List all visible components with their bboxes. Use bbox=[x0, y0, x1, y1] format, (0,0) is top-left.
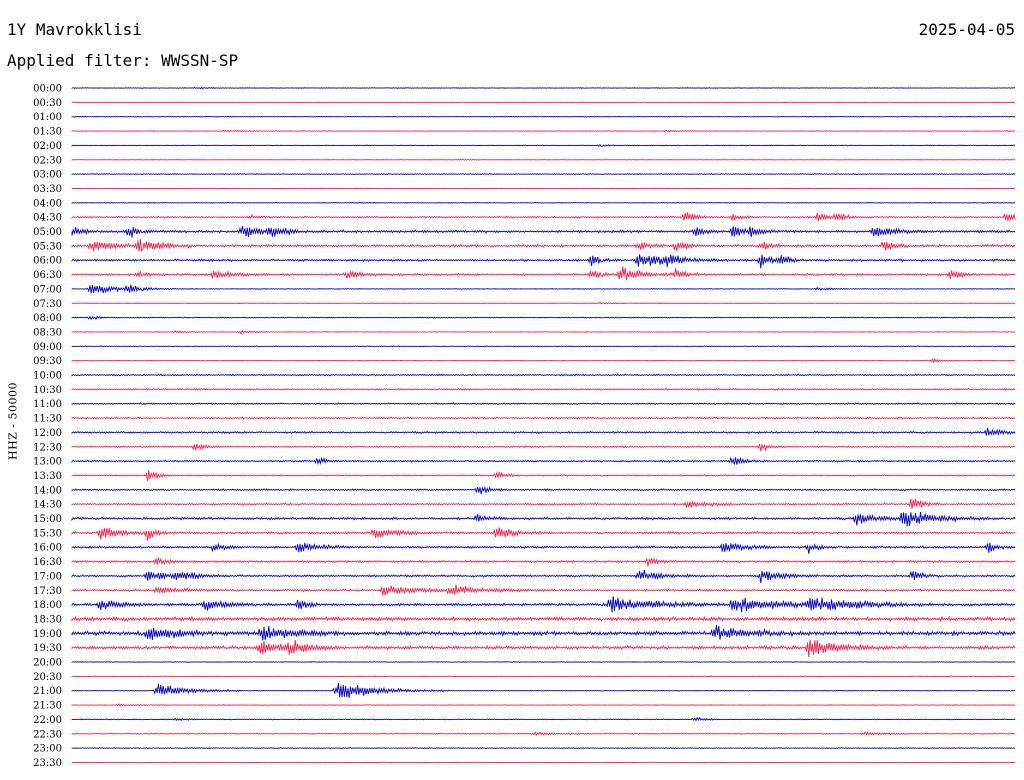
time-label: 03:30 bbox=[33, 184, 62, 195]
time-label: 17:30 bbox=[33, 586, 62, 597]
trace-line bbox=[71, 212, 1016, 222]
trace-line bbox=[71, 301, 1016, 305]
time-label: 20:30 bbox=[33, 672, 62, 683]
trace-line bbox=[71, 443, 1016, 452]
time-label: 13:00 bbox=[33, 457, 62, 468]
time-label: 06:30 bbox=[33, 270, 62, 281]
trace-line bbox=[71, 357, 1016, 364]
trace-line bbox=[71, 569, 1016, 584]
time-label: 00:00 bbox=[33, 84, 62, 95]
time-label: 07:30 bbox=[33, 299, 62, 310]
trace-line bbox=[71, 596, 1016, 613]
time-label: 16:30 bbox=[33, 557, 62, 568]
trace-line bbox=[71, 402, 1016, 406]
time-label: 13:30 bbox=[33, 471, 62, 482]
trace-line bbox=[71, 747, 1016, 750]
trace-line bbox=[71, 498, 1016, 510]
trace-line bbox=[71, 486, 1016, 495]
time-label: 04:00 bbox=[33, 198, 62, 209]
trace-line bbox=[71, 427, 1016, 437]
time-label: 02:30 bbox=[33, 155, 62, 166]
trace-line bbox=[71, 373, 1016, 377]
trace-line bbox=[71, 527, 1016, 541]
time-label: 11:30 bbox=[33, 414, 62, 425]
time-label: 08:30 bbox=[33, 327, 62, 338]
trace-line bbox=[71, 456, 1016, 466]
time-label: 18:00 bbox=[33, 600, 62, 611]
trace-line bbox=[71, 716, 1016, 722]
trace-line bbox=[71, 542, 1016, 554]
time-label: 22:30 bbox=[33, 729, 62, 740]
trace-line bbox=[71, 584, 1016, 596]
time-label: 11:00 bbox=[33, 399, 62, 410]
time-label: 05:30 bbox=[33, 241, 62, 252]
trace-line bbox=[71, 703, 1016, 707]
time-label: 08:00 bbox=[33, 313, 62, 324]
time-label: 07:00 bbox=[33, 284, 62, 295]
time-label: 20:00 bbox=[33, 658, 62, 669]
trace-line bbox=[71, 683, 1016, 698]
time-label: 10:30 bbox=[33, 385, 62, 396]
trace-line bbox=[71, 225, 1016, 238]
time-label: 10:00 bbox=[33, 371, 62, 382]
trace-line bbox=[71, 387, 1016, 391]
time-label: 14:00 bbox=[33, 485, 62, 496]
time-label: 14:30 bbox=[33, 500, 62, 511]
trace-line bbox=[71, 761, 1016, 764]
trace-line bbox=[71, 129, 1016, 133]
trace-line bbox=[71, 266, 1016, 281]
time-label: 05:00 bbox=[33, 227, 62, 238]
time-label: 12:00 bbox=[33, 428, 62, 439]
time-label: 23:00 bbox=[33, 744, 62, 755]
time-label: 21:30 bbox=[33, 701, 62, 712]
time-label: 15:00 bbox=[33, 514, 62, 525]
trace-line bbox=[71, 284, 1016, 294]
time-label: 19:30 bbox=[33, 643, 62, 654]
time-label: 15:30 bbox=[33, 528, 62, 539]
trace-line bbox=[71, 624, 1016, 641]
trace-line bbox=[71, 173, 1016, 176]
time-label: 02:00 bbox=[33, 141, 62, 152]
trace-line bbox=[71, 86, 1016, 90]
time-label: 21:00 bbox=[33, 686, 62, 697]
trace-line bbox=[71, 329, 1016, 335]
time-label: 23:30 bbox=[33, 758, 62, 769]
trace-line bbox=[71, 254, 1016, 269]
time-label: 06:00 bbox=[33, 256, 62, 267]
trace-line bbox=[71, 158, 1016, 161]
time-label: 03:00 bbox=[33, 170, 62, 181]
time-label: 01:00 bbox=[33, 112, 62, 123]
trace-line bbox=[71, 239, 1016, 252]
time-label: 16:00 bbox=[33, 543, 62, 554]
time-label: 19:00 bbox=[33, 629, 62, 640]
time-label: 04:30 bbox=[33, 213, 62, 224]
trace-line bbox=[71, 557, 1016, 567]
trace-line bbox=[71, 115, 1016, 118]
time-label: 12:30 bbox=[33, 442, 62, 453]
trace-line bbox=[71, 675, 1016, 678]
trace-line bbox=[71, 661, 1016, 663]
trace-line bbox=[71, 470, 1016, 482]
time-label: 22:00 bbox=[33, 715, 62, 726]
time-label: 00:30 bbox=[33, 98, 62, 109]
trace-line bbox=[71, 143, 1016, 147]
trace-line bbox=[71, 512, 1016, 527]
trace-line bbox=[71, 639, 1016, 657]
helicorder-plot: 00:00 00:30 01:00 01:30 02:00 02:30 03:00 03:30… bbox=[33, 84, 1016, 769]
trace-line bbox=[71, 345, 1016, 348]
trace-line bbox=[71, 731, 1016, 737]
trace-line bbox=[71, 615, 1016, 623]
trace-line bbox=[71, 315, 1016, 321]
time-label: 01:30 bbox=[33, 127, 62, 138]
time-label: 09:00 bbox=[33, 342, 62, 353]
time-label: 09:30 bbox=[33, 356, 62, 367]
time-label: 17:00 bbox=[33, 571, 62, 582]
trace-line bbox=[71, 416, 1016, 420]
time-label: 18:30 bbox=[33, 614, 62, 625]
trace-line bbox=[71, 201, 1016, 204]
